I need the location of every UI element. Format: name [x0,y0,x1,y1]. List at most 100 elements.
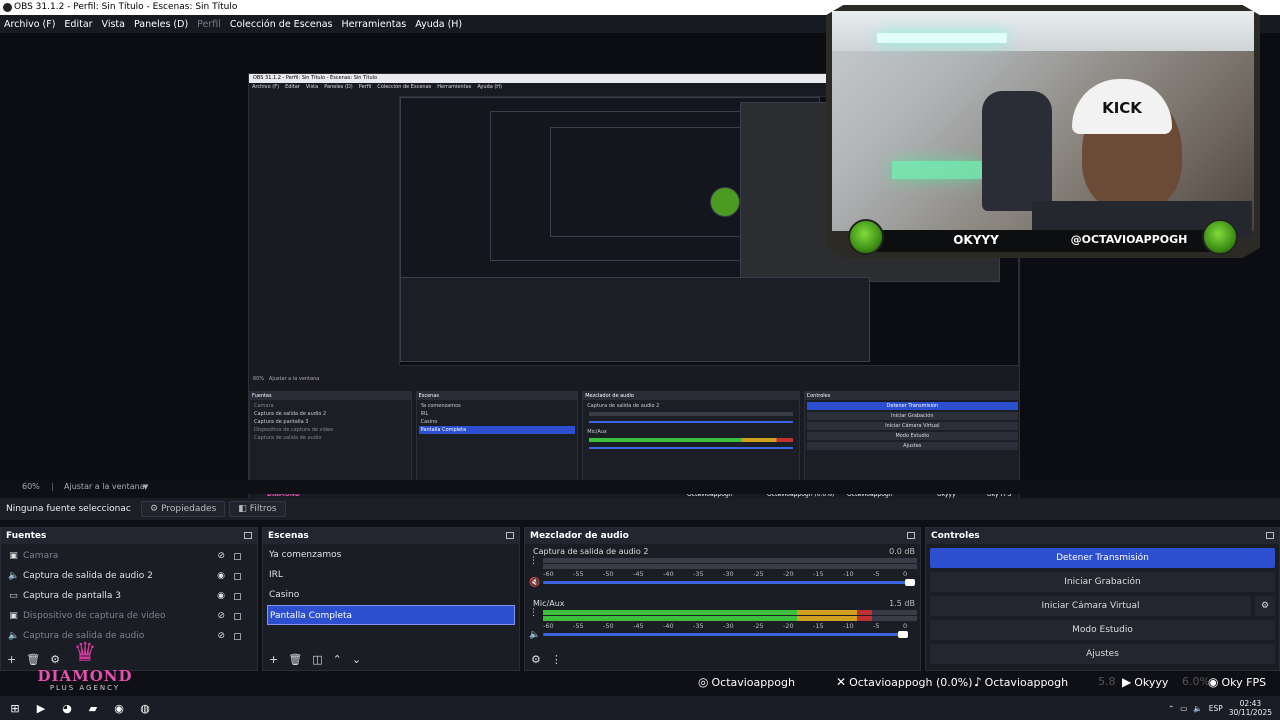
tray-expand-icon[interactable]: ⌃ [1168,704,1174,713]
scene-filters-icon[interactable]: ◫ [312,653,322,666]
properties-button[interactable]: ⚙ Propiedades [141,501,226,517]
eye-hidden-icon[interactable]: ⊘ [217,631,225,641]
source-item[interactable]: ▣ Camara ⊘ [1,546,257,566]
meter-tick-label: 0 [903,622,908,630]
virtual-camera-settings-gear-icon[interactable]: ⚙ [1255,596,1275,616]
lock-icon[interactable] [234,613,241,620]
discord-icon[interactable]: ◍ [134,698,156,718]
mixer-channels: Captura de salida de audio 2 0.0 dB ⋮ -60 -5… [525,544,920,648]
meter-tick-label: -10 [843,622,854,630]
volume-handle[interactable] [897,631,908,638]
lock-icon[interactable] [234,573,241,580]
clock[interactable]: 02:43 30/11/2025 [1229,699,1272,717]
menu-item-7[interactable]: Ayuda (H) [415,19,462,30]
source-label: Camara [23,551,59,561]
fit-window-dropdown[interactable]: Ajustar a la ventana [64,480,145,494]
volume-icon[interactable]: 🔈 [1193,704,1202,713]
eye-icon[interactable]: ◉ [217,571,225,581]
meter-tick-label: -60 [543,622,554,630]
camera-overlay: KICK OKYYY @OCTAVIOAPPOGH [826,5,1260,258]
scene-item[interactable]: IRL [263,565,519,585]
mute-speaker-icon[interactable]: 🔇 [529,578,540,588]
meter-tick-label: -20 [783,622,794,630]
badge-b: 6.0% [1182,675,1210,688]
undock-icon[interactable] [907,532,915,539]
lock-icon[interactable] [234,633,241,640]
meter-tick-label: -25 [753,622,764,630]
eye-hidden-icon[interactable]: ⊘ [217,551,225,561]
volume-handle[interactable] [905,579,915,586]
controls-header: Controles [926,528,1279,544]
chevron-down-icon[interactable]: ▼ [143,480,148,494]
channel-menu-icon[interactable]: ⋮ [529,608,538,618]
lock-icon[interactable] [234,593,241,600]
obs-logo-icon [3,3,12,12]
nested-scenes: Escenas Ya comenzamos IRL Casino Pantall… [415,391,579,481]
tiktok-handle: ♪ Octavioappogh [974,675,1069,689]
menu-item-5[interactable]: Colección de Escenas [230,19,333,30]
menu-item-1[interactable]: Editar [64,19,92,30]
move-down-icon[interactable]: ⌄ [352,653,361,666]
nested-menu-item: Herramientas [437,84,472,90]
windows-start-icon[interactable]: ⊞ [4,698,26,718]
speaker-icon[interactable]: 🔈 [529,630,540,640]
undock-icon[interactable] [1266,532,1274,539]
add-scene-button[interactable]: + [269,653,278,666]
menu-item-2[interactable]: Vista [102,19,125,30]
menu-item-3[interactable]: Paneles (D) [134,19,188,30]
mixer-channel: Mic/Aux 1.5 dB ⋮ -60 -55 -50 -45 -40 -35 -30 -25 -2… [525,596,920,648]
meter-tick-label: -55 [573,622,584,630]
instagram-handle: ◎ Octavioappogh [698,675,795,689]
preview-canvas[interactable]: OBS 31.1.2 - Perfil: Sin Título - Escena… [0,5,1280,508]
volume-slider[interactable] [543,581,913,584]
source-item[interactable]: ▭ Captura de pantalla 3 ◉ [1,586,257,606]
chrome-icon[interactable]: ◕ [56,698,78,718]
add-source-button[interactable]: + [7,653,16,666]
meter-tick-label: -20 [783,570,794,578]
media-player-icon[interactable]: ▶ [30,698,52,718]
control-button[interactable]: Iniciar Cámara Virtual ⚙ [930,596,1275,616]
spotify-icon: ◉ [1208,675,1219,689]
menu-item-6[interactable]: Herramientas [342,19,407,30]
window-title: OBS 31.1.2 - Perfil: Sin Título - Escena… [14,2,238,12]
source-item[interactable]: ▣ Dispositivo de captura de video ⊘ [1,606,257,626]
menu-item-4[interactable]: Perfil [197,19,221,30]
properties-bar: Ninguna fuente seleccionac ⚙ Propiedades … [0,498,1280,520]
file-explorer-icon[interactable]: ▰ [82,698,104,718]
lock-icon[interactable] [234,553,241,560]
nested-menu-item: Editar [285,84,300,90]
control-button[interactable]: Ajustes [930,644,1275,664]
volume-slider[interactable] [543,633,906,636]
eye-icon[interactable]: ◉ [217,591,225,601]
trash-icon[interactable]: 🗑 [288,653,302,666]
scene-item[interactable]: Casino [263,585,519,605]
nested-scalebar: 60% Ajustar a la ventana [253,376,320,382]
undock-icon[interactable] [506,532,514,539]
meter-tick-label: -45 [633,570,644,578]
channel-menu-icon[interactable]: ⋮ [529,556,538,566]
control-button[interactable]: Iniciar Grabación [930,572,1275,592]
network-icon[interactable]: ▭ [1180,704,1187,713]
level-meter [543,610,917,615]
move-up-icon[interactable]: ⌃ [333,653,342,666]
eye-hidden-icon[interactable]: ⊘ [217,611,225,621]
zoom-value[interactable]: 60% [22,480,40,494]
mixer-header: Mezclador de audio [525,528,920,544]
scene-item[interactable]: Ya comenzamos [263,545,519,565]
advanced-audio-icon[interactable]: ⚙ [531,653,541,666]
menu-item-0[interactable]: Archivo (F) [4,19,55,30]
nested-frog-icon [710,187,740,217]
meter-tick-label: -50 [603,570,614,578]
meter-tick-label: -5 [873,622,880,630]
filters-button[interactable]: ◧ Filtros [229,501,286,517]
meter-tick-label: -35 [693,570,704,578]
nested-docks: Fuentes Camara Captura de salida de audi… [249,391,1019,481]
input-language[interactable]: ESP [1209,704,1223,713]
undock-icon[interactable] [244,532,252,539]
control-button[interactable]: Modo Estudio [930,620,1275,640]
control-button[interactable]: Detener Transmisión [930,548,1275,568]
scene-item[interactable]: Pantalla Completa [267,605,515,625]
source-item[interactable]: 🔈 Captura de salida de audio 2 ◉ [1,566,257,586]
obs-icon[interactable]: ◉ [108,698,130,718]
more-options-icon[interactable]: ⋮ [551,653,562,666]
